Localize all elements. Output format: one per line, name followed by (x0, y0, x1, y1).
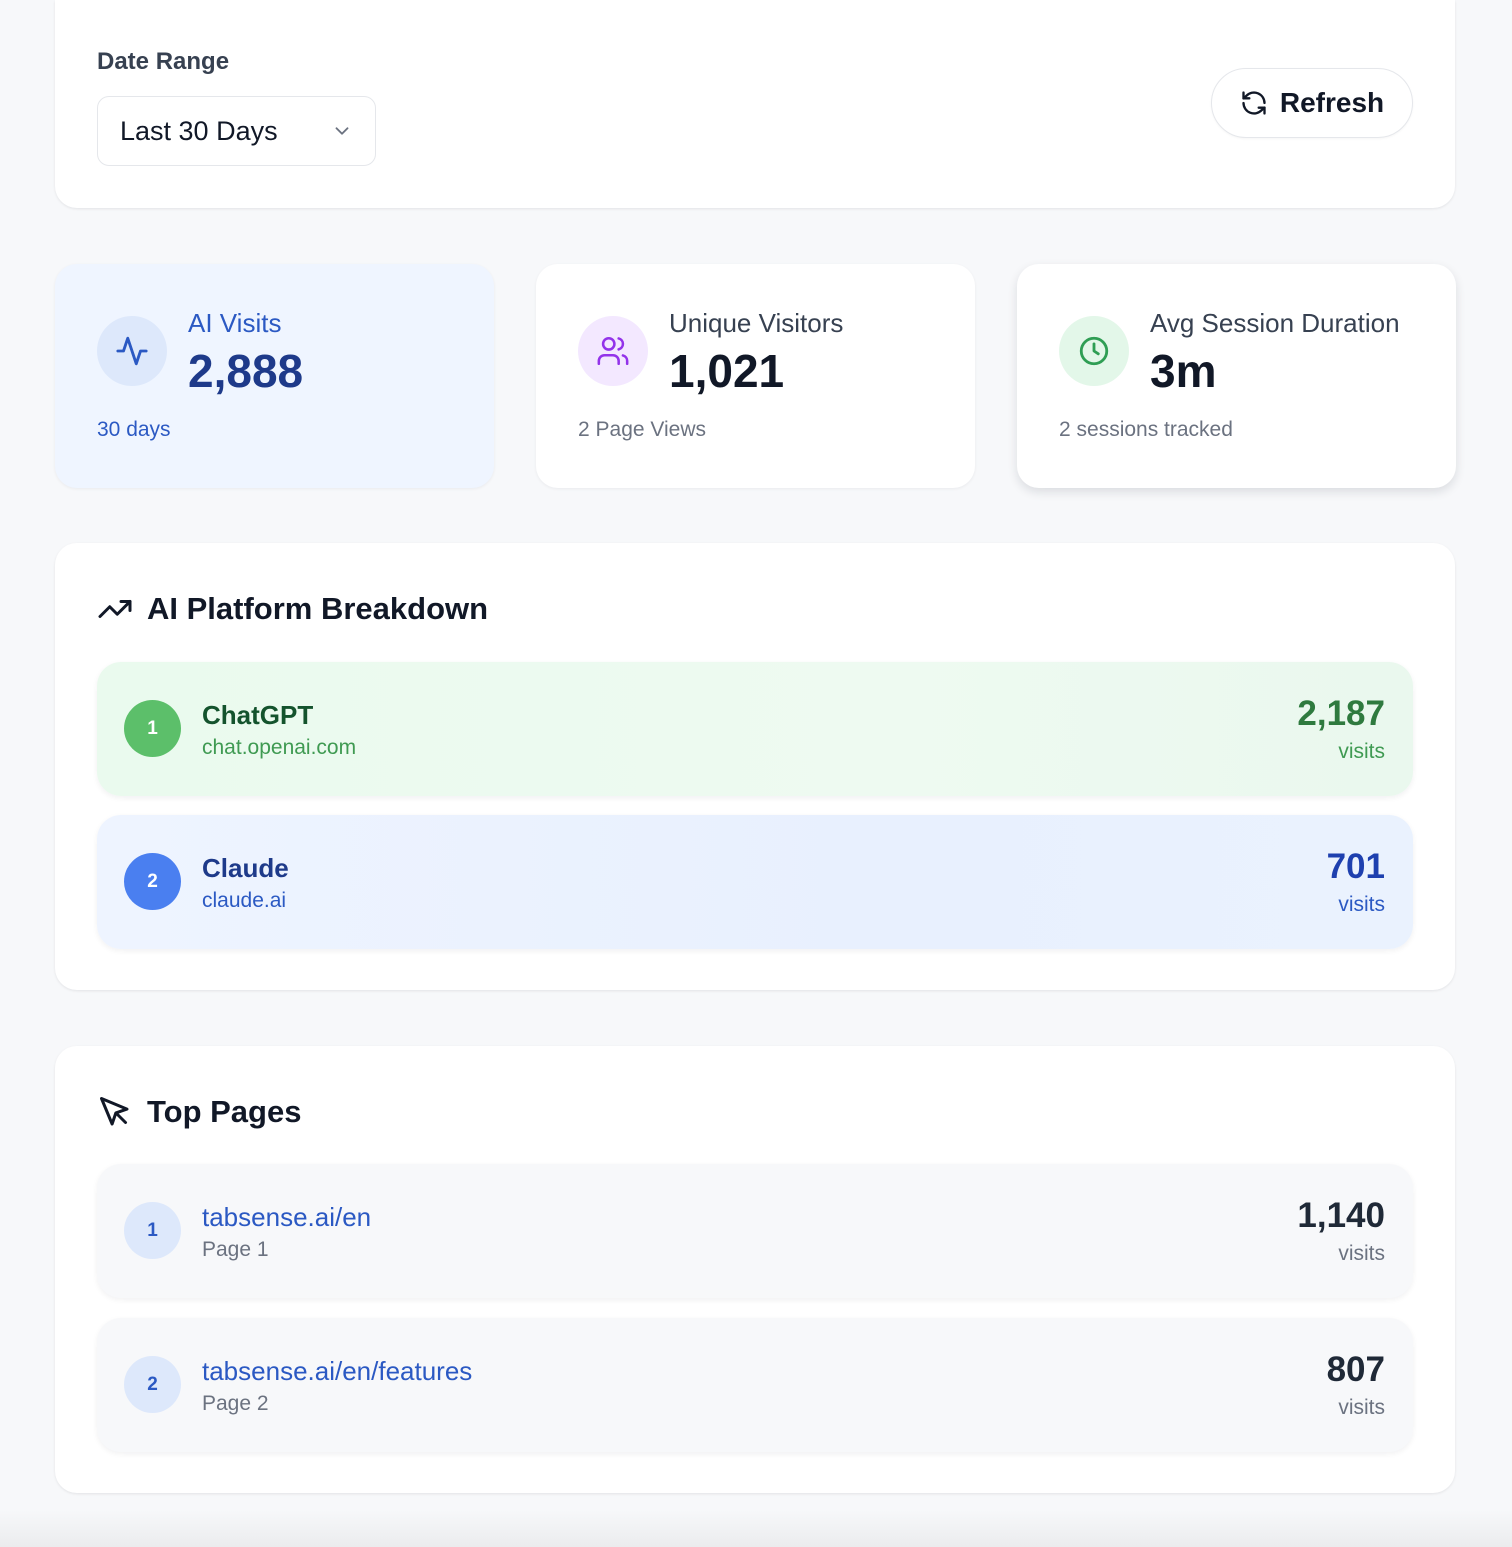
filter-card: Date Range Last 30 Days Refresh (55, 0, 1455, 208)
page-label: Page 1 (202, 1238, 269, 1261)
page-visits: 807 (1326, 1350, 1385, 1389)
platform-visits-unit: visits (1338, 740, 1385, 763)
activity-icon (116, 336, 148, 366)
stat-value: 3m (1150, 345, 1217, 397)
stat-card-unique-visitors: Unique Visitors 1,021 2 Page Views (536, 264, 975, 488)
date-range-select[interactable]: Last 30 Days (97, 96, 376, 166)
page-visits: 1,140 (1297, 1196, 1385, 1235)
platform-visits: 701 (1326, 847, 1385, 886)
stat-value: 1,021 (669, 345, 785, 397)
page-visits-unit: visits (1338, 1396, 1385, 1419)
date-range-value: Last 30 Days (120, 115, 278, 146)
rank-badge: 2 (124, 853, 181, 910)
top-page-row[interactable]: 1 tabsense.ai/en Page 1 1,140 visits (97, 1164, 1413, 1298)
stat-label: Unique Visitors (669, 308, 844, 338)
page-visits-unit: visits (1338, 1242, 1385, 1265)
platform-visits: 2,187 (1297, 694, 1385, 733)
platform-domain: claude.ai (202, 889, 287, 912)
page-label: Page 2 (202, 1392, 269, 1415)
clock-icon (1079, 336, 1109, 366)
stat-card-avg-session: Avg Session Duration 3m 2 sessions track… (1017, 264, 1456, 488)
top-page-row[interactable]: 2 tabsense.ai/en/features Page 2 807 vis… (97, 1318, 1413, 1452)
page-url-link[interactable]: tabsense.ai/en (202, 1202, 371, 1233)
platform-row-chatgpt[interactable]: 1 ChatGPT chat.openai.com 2,187 visits (97, 662, 1413, 796)
rank-badge: 1 (124, 1202, 181, 1259)
stat-label: Avg Session Duration (1150, 308, 1400, 338)
rank-badge: 2 (124, 1356, 181, 1413)
trending-up-icon (98, 600, 132, 618)
platform-row-claude[interactable]: 2 Claude claude.ai 701 visits (97, 815, 1413, 949)
stat-subtext: 2 Page Views (578, 418, 707, 441)
stat-subtext: 30 days (97, 418, 171, 441)
users-icon (597, 336, 629, 366)
platform-breakdown-card: AI Platform Breakdown 1 ChatGPT chat.ope… (55, 543, 1455, 990)
platform-domain: chat.openai.com (202, 736, 357, 759)
platform-visits-unit: visits (1338, 893, 1385, 916)
stat-subtext: 2 sessions tracked (1059, 418, 1233, 441)
cursor-arrow-icon (100, 1097, 129, 1126)
clock-icon-wrap (1059, 316, 1129, 386)
refresh-label: Refresh (1279, 87, 1385, 118)
platform-name: ChatGPT (202, 700, 314, 730)
bottom-edge (0, 1510, 1512, 1547)
rank-badge: 1 (124, 700, 181, 757)
stat-card-ai-visits: AI Visits 2,888 30 days (55, 264, 494, 488)
refresh-icon (1242, 91, 1266, 115)
page-url-link[interactable]: tabsense.ai/en/features (202, 1356, 472, 1387)
dashboard-page: Date Range Last 30 Days Refresh AI Visit… (0, 0, 1512, 1547)
stat-value: 2,888 (188, 345, 304, 397)
stat-label: AI Visits (188, 308, 282, 338)
section-title: AI Platform Breakdown (147, 591, 489, 626)
platform-name: Claude (202, 853, 289, 883)
platform-breakdown-heading: AI Platform Breakdown (97, 591, 488, 627)
users-icon-wrap (578, 316, 648, 386)
date-range-label: Date Range (97, 48, 230, 75)
refresh-button[interactable]: Refresh (1211, 68, 1413, 138)
top-pages-card: Top Pages 1 tabsense.ai/en Page 1 1,140 … (55, 1046, 1455, 1493)
activity-icon-wrap (97, 316, 167, 386)
chevron-down-icon (335, 127, 349, 135)
top-pages-heading: Top Pages (97, 1094, 301, 1130)
section-title: Top Pages (147, 1094, 302, 1129)
